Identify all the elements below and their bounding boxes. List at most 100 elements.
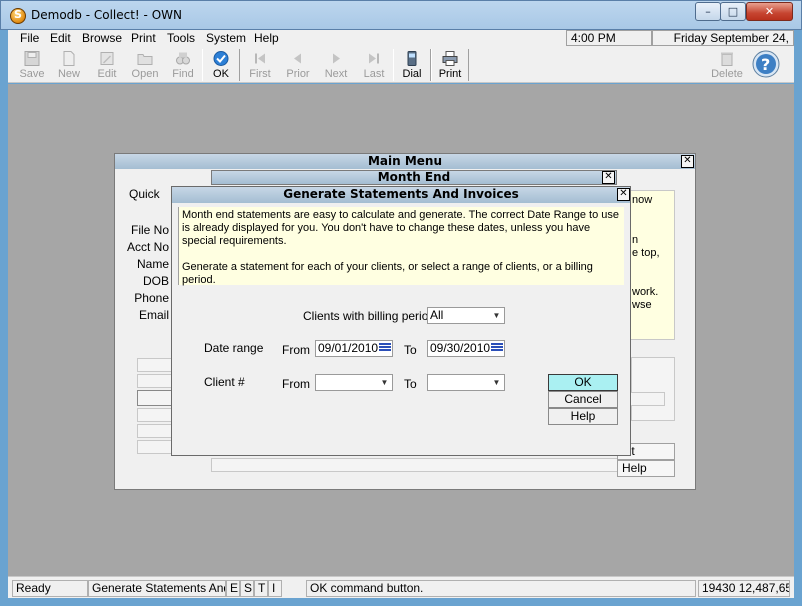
menu-browse[interactable]: Browse — [82, 31, 122, 45]
dialog-ok-button[interactable]: OK — [548, 374, 618, 391]
main-menu-close-button[interactable]: ✕ — [681, 155, 694, 168]
clock-display: 4:00 PM — [566, 30, 652, 46]
binoculars-icon — [176, 52, 190, 65]
status-context: Generate Statements And Ir — [88, 580, 226, 597]
main-menu-title: Main Menu — [115, 154, 695, 169]
client-to-select[interactable]: ▼ — [427, 374, 505, 391]
chevron-down-icon[interactable]: ▼ — [490, 309, 503, 322]
billing-period-select[interactable]: All ▼ — [427, 307, 505, 324]
window-title: Demodb - Collect! - OWN — [31, 8, 182, 22]
month-end-close-button[interactable]: ✕ — [602, 171, 615, 184]
date-to-field[interactable]: 09/30/2010 — [427, 340, 505, 357]
month-end-title: Month End ✕ — [211, 170, 617, 185]
dialog-info-panel: Month end statements are easy to calcula… — [178, 207, 624, 286]
client-from-label: From — [282, 377, 310, 391]
acct-no-label: Acct No — [126, 240, 169, 254]
calendar-icon[interactable] — [379, 343, 391, 355]
prior-button[interactable]: Prior — [279, 49, 317, 81]
date-range-label: Date range — [204, 341, 264, 355]
file-no-label: File No — [130, 223, 169, 237]
app-icon — [10, 8, 26, 24]
client-to-label: To — [404, 377, 417, 391]
menu-edit[interactable]: Edit — [50, 31, 71, 45]
dialog-cancel-button[interactable]: Cancel — [548, 391, 618, 408]
next-button[interactable]: Next — [317, 49, 355, 81]
new-button[interactable]: New — [50, 49, 88, 81]
menu-help[interactable]: Help — [254, 31, 279, 45]
info-paragraph-2: Generate a statement for each of your cl… — [182, 261, 593, 286]
svg-text:?: ? — [761, 55, 770, 74]
phone-icon — [407, 51, 417, 66]
main-help-button[interactable]: Help — [617, 460, 675, 477]
next-record-icon — [333, 53, 340, 64]
printer-icon — [442, 51, 458, 66]
delete-button[interactable]: Delete — [708, 49, 746, 81]
hint-text-3: e top, — [632, 247, 660, 259]
side-field — [625, 392, 665, 406]
open-button[interactable]: Open — [126, 49, 164, 81]
date-from-field[interactable]: 09/01/2010 — [315, 340, 393, 357]
list-item — [137, 440, 173, 454]
chevron-down-icon[interactable]: ▼ — [490, 376, 503, 389]
dob-label: DOB — [142, 274, 169, 288]
close-button[interactable]: ✕ — [746, 2, 793, 21]
status-ready: Ready — [12, 580, 88, 597]
first-button[interactable]: First — [241, 49, 279, 81]
list-item — [137, 390, 173, 406]
dialog-title: Generate Statements And Invoices — [172, 187, 630, 203]
open-folder-icon — [137, 54, 153, 65]
hint-text-5: wse — [632, 299, 652, 311]
name-label: Name — [136, 257, 169, 271]
maximize-button[interactable]: □ — [720, 2, 746, 21]
ok-button[interactable]: OK — [202, 49, 240, 81]
list-item — [137, 408, 173, 422]
hint-text-1: now — [632, 194, 653, 206]
date-from-label: From — [282, 343, 310, 357]
status-flag-e: E — [226, 580, 240, 597]
dial-button[interactable]: Dial — [393, 49, 431, 81]
edit-button[interactable]: Edit — [88, 49, 126, 81]
delete-icon — [721, 52, 733, 66]
help-question-icon: ? — [752, 50, 780, 78]
hint-text-2: n — [632, 234, 639, 246]
last-button[interactable]: Last — [355, 49, 393, 81]
menu-file[interactable]: File — [20, 31, 39, 45]
menu-system[interactable]: System — [206, 31, 246, 45]
first-record-icon — [255, 53, 265, 64]
bottom-bar — [211, 458, 621, 472]
last-record-icon — [369, 53, 379, 64]
quick-label: Quick — [129, 187, 160, 201]
minimize-button[interactable]: – — [695, 2, 721, 21]
list-item — [137, 358, 173, 372]
status-hint: OK command button. — [306, 580, 696, 597]
title-bar: Demodb - Collect! - OWN – □ ✕ — [0, 0, 802, 30]
find-button[interactable]: Find — [164, 49, 202, 81]
menu-tools[interactable]: Tools — [167, 31, 195, 45]
new-document-icon — [63, 51, 75, 66]
help-button[interactable]: ? — [748, 49, 784, 81]
client-from-select[interactable]: ▼ — [315, 374, 393, 391]
info-paragraph-1: Month end statements are easy to calcula… — [182, 209, 620, 247]
toolbar: Save New Edit Open Find OK First Prior N… — [8, 47, 794, 83]
save-icon — [24, 51, 40, 66]
edit-icon — [100, 52, 114, 65]
dialog-close-button[interactable]: ✕ — [617, 188, 630, 201]
list-item — [137, 374, 173, 388]
calendar-icon[interactable] — [491, 343, 503, 355]
menu-print[interactable]: Print — [131, 31, 156, 45]
billing-period-label: Clients with billing period — [303, 309, 436, 323]
chevron-down-icon[interactable]: ▼ — [378, 376, 391, 389]
print-button[interactable]: Print — [431, 49, 469, 81]
status-flag-i: I — [268, 580, 282, 597]
status-flag-s: S — [240, 580, 254, 597]
generate-statements-dialog: Generate Statements And Invoices ✕ Month… — [171, 186, 631, 456]
date-to-label: To — [404, 343, 417, 357]
status-coords: 19430 12,487,650 — [698, 580, 790, 597]
phone-label: Phone — [134, 291, 169, 305]
hint-text-4: work. — [632, 286, 659, 298]
email-label: Email — [138, 308, 169, 322]
dialog-help-button[interactable]: Help — [548, 408, 618, 425]
save-button[interactable]: Save — [13, 49, 51, 81]
main-menu-hint-panel: now n e top, work. wse — [625, 190, 675, 340]
prior-record-icon — [294, 53, 301, 64]
